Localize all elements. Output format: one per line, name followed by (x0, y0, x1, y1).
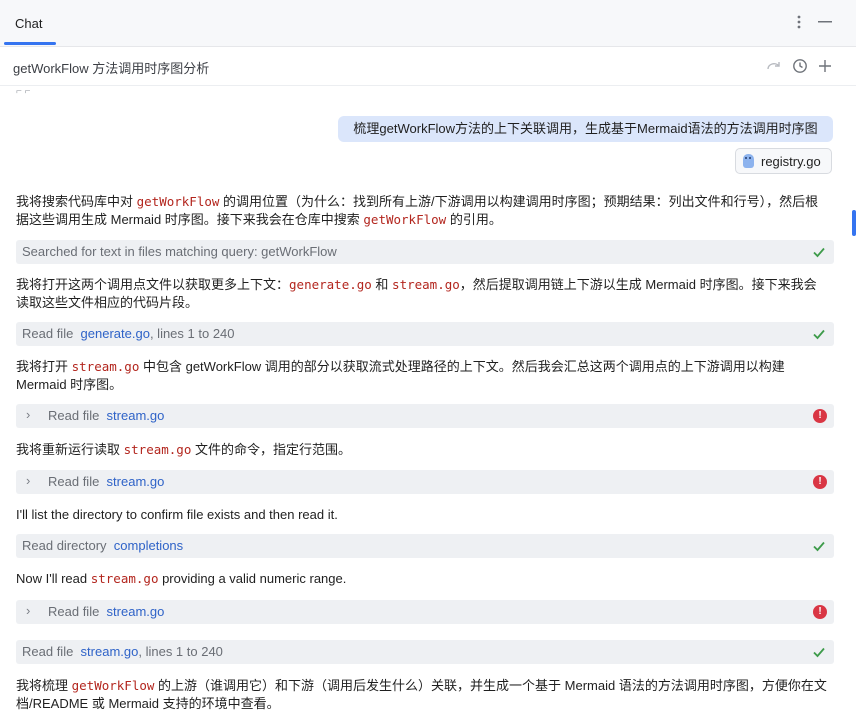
attachment-label: registry.go (761, 153, 821, 169)
assistant-message: Now I'll read stream.go providing a vali… (16, 571, 347, 586)
code-symbol: getWorkFlow (71, 678, 155, 693)
tool-call-read-file[interactable]: › Read file stream.go ! (16, 404, 834, 428)
code-symbol: stream.go (90, 571, 159, 586)
error-icon: ! (813, 475, 827, 489)
plus-icon[interactable] (815, 56, 835, 76)
error-icon: ! (813, 605, 827, 619)
conversation-title: getWorkFlow 方法调用时序图分析 (13, 61, 210, 76)
chevron-right-icon[interactable]: › (26, 473, 30, 488)
assistant-message: 我将打开这两个调用点文件以获取更多上下文：generate.go 和 strea… (16, 277, 817, 310)
minimize-icon[interactable] (816, 13, 834, 31)
code-symbol: getWorkFlow (136, 194, 220, 209)
directory-link[interactable]: completions (114, 538, 183, 553)
check-icon (813, 247, 825, 258)
attachment-chip[interactable]: registry.go (735, 148, 832, 174)
tool-call-read-directory[interactable]: Read directory completions (16, 534, 834, 558)
assistant-message: 我将梳理 getWorkFlow 的上游（谁调用它）和下游（调用后发生什么）关联… (16, 678, 827, 711)
code-symbol: stream.go (392, 277, 460, 292)
go-file-icon (743, 154, 754, 168)
assistant-message: I'll list the directory to confirm file … (16, 507, 338, 522)
tool-label: Searched for text in files matching quer… (22, 244, 337, 259)
tool-call-read-file[interactable]: › Read file stream.go ! (16, 600, 834, 624)
tool-call-read-file[interactable]: › Read file stream.go ! (16, 470, 834, 494)
assistant-message: 我将搜索代码库中对 getWorkFlow 的调用位置（为什么：找到所有上游/下… (16, 194, 819, 227)
file-link[interactable]: stream.go (107, 474, 165, 489)
check-icon (813, 647, 825, 658)
tool-call-search[interactable]: Searched for text in files matching quer… (16, 240, 834, 264)
tool-call-read-file[interactable]: Read file generate.go, lines 1 to 240 (16, 322, 834, 346)
scrolled-content-icon: ⌐ ⌐ (16, 86, 31, 97)
check-icon (813, 541, 825, 552)
file-link[interactable]: stream.go (107, 604, 165, 619)
conversation-header: getWorkFlow 方法调用时序图分析 (0, 47, 856, 86)
code-symbol: generate.go (289, 277, 372, 292)
tab-chat-underline (4, 42, 56, 45)
code-symbol: stream.go (71, 359, 140, 374)
assistant-message: 我将打开 stream.go 中包含 getWorkFlow 调用的部分以获取流… (16, 359, 785, 392)
assistant-message: 我将重新运行读取 stream.go 文件的命令，指定行范围。 (16, 442, 351, 457)
code-symbol: stream.go (123, 442, 192, 457)
check-icon (813, 329, 825, 340)
tool-call-read-file[interactable]: Read file stream.go, lines 1 to 240 (16, 640, 834, 664)
redo-icon[interactable] (764, 56, 784, 76)
chevron-right-icon[interactable]: › (26, 603, 30, 618)
file-link[interactable]: stream.go (81, 644, 139, 659)
user-message: 梳理getWorkFlow方法的上下关联调用，生成基于Mermaid语法的方法调… (338, 116, 833, 142)
error-icon: ! (813, 409, 827, 423)
scrollbar-thumb[interactable] (852, 210, 856, 236)
tool-window-header: Chat (0, 0, 856, 47)
code-symbol: getWorkFlow (363, 212, 447, 227)
tab-chat[interactable]: Chat (15, 16, 42, 31)
file-link[interactable]: generate.go (81, 326, 150, 341)
history-icon[interactable] (790, 56, 810, 76)
more-vertical-icon[interactable] (790, 13, 808, 31)
chevron-right-icon[interactable]: › (26, 407, 30, 422)
file-link[interactable]: stream.go (107, 408, 165, 423)
